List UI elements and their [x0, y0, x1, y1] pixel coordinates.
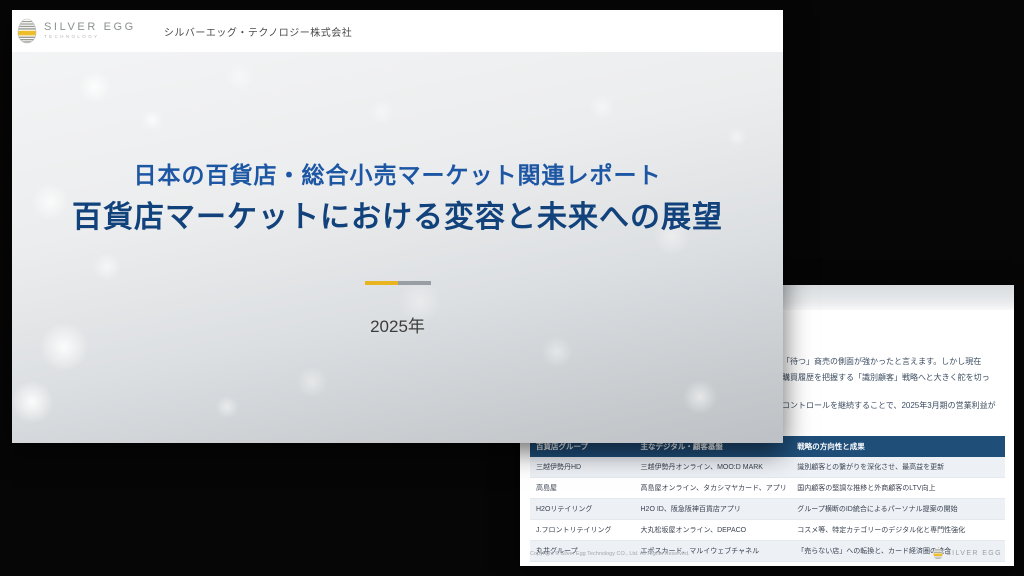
department-store-strategy-table: 百貨店グループ 主なデジタル・顧客基盤 戦略の方向性と成果 三越伊勢丹HD 三越… [530, 436, 1005, 562]
divider-gray-segment [398, 281, 431, 285]
table-row: J.フロントリテイリング 大丸松坂屋オンライン、DEPACO コスメ等、特定カテ… [530, 520, 1005, 541]
silver-egg-logo-icon [933, 547, 943, 560]
table-header-strategy: 戦略の方向性と成果 [791, 436, 1005, 457]
report-subtitle: 日本の百貨店・総合小売マーケット関連レポート [12, 156, 783, 190]
report-year: 2025年 [12, 312, 783, 337]
divider-gold-segment [365, 281, 398, 285]
footer-logo-text: SILVER EGG [946, 550, 1002, 557]
copyright-text: Copyright © Silver Egg Technology CO., L… [530, 551, 690, 557]
table-row: H2Oリテイリング H2O ID、阪急阪神百貨店アプリ グループ横断のID統合に… [530, 499, 1005, 520]
table-cell: コスメ等、特定カテゴリーのデジタル化と専門性強化 [791, 520, 1005, 541]
silver-egg-logo-icon [17, 18, 37, 44]
paragraph-line: 購買履歴を把握する「識別顧客」戦略へと大きく舵を切っ [782, 373, 990, 383]
table-cell: 三越伊勢丹オンライン、MOO:D MARK [635, 457, 792, 478]
table-cell: グループ横断のID統合によるパーソナル提案の開始 [791, 499, 1005, 520]
table-cell: 高島屋 [530, 478, 635, 499]
footer-logo: SILVER EGG [933, 547, 1002, 560]
table-cell: J.フロントリテイリング [530, 520, 635, 541]
paragraph-line: 「待つ」商売の側面が強かったと言えます。しかし現在 [782, 357, 981, 367]
table-row: 三越伊勢丹HD 三越伊勢丹オンライン、MOO:D MARK 識別顧客との繋がりを… [530, 457, 1005, 478]
table-cell: 大丸松坂屋オンライン、DEPACO [635, 520, 792, 541]
logo-wordmark: SILVER EGG TECHNOLOGY [44, 22, 136, 40]
paragraph-line: コントロールを継続することで、2025年3月期の営業利益が [782, 401, 996, 411]
company-name: シルバーエッグ・テクノロジー株式会社 [164, 24, 352, 39]
table-cell: 国内顧客の堅調な推移と外商顧客のLTV向上 [791, 478, 1005, 499]
title-slide: SILVER EGG TECHNOLOGY シルバーエッグ・テクノロジー株式会社… [12, 10, 783, 443]
logo-sub-text: TECHNOLOGY [44, 35, 136, 40]
title-divider [365, 281, 431, 285]
table-cell: 三越伊勢丹HD [530, 457, 635, 478]
table-cell: H2O ID、阪急阪神百貨店アプリ [635, 499, 792, 520]
logo-brand-text: SILVER EGG [44, 22, 136, 33]
report-title: 百貨店マーケットにおける変容と未来への展望 [12, 192, 783, 236]
slide-header: SILVER EGG TECHNOLOGY シルバーエッグ・テクノロジー株式会社 [12, 10, 783, 52]
table-cell: 高島屋オンライン、タカシマヤカード、アプリ [635, 478, 792, 499]
title-slide-body: 日本の百貨店・総合小売マーケット関連レポート 百貨店マーケットにおける変容と未来… [12, 52, 783, 443]
table-cell: H2Oリテイリング [530, 499, 635, 520]
table-cell: 識別顧客との繋がりを深化させ、最高益を更新 [791, 457, 1005, 478]
table-row: 高島屋 高島屋オンライン、タカシマヤカード、アプリ 国内顧客の堅調な推移と外商顧… [530, 478, 1005, 499]
presentation-stage: 「待つ」商売の側面が強かったと言えます。しかし現在 購買履歴を把握する「識別顧客… [0, 0, 1024, 576]
